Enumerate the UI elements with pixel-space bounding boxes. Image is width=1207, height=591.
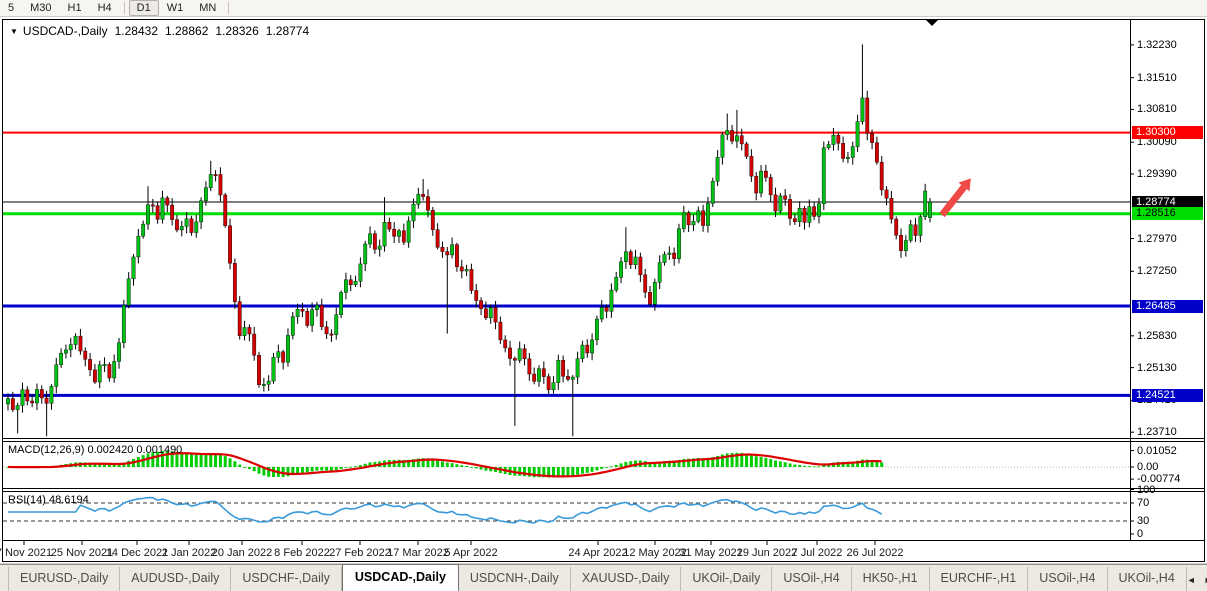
chart-frame bbox=[2, 19, 1205, 562]
date-axis-label: 20 Jan 2022 bbox=[212, 547, 273, 559]
price-axis-tick: 1.29390 bbox=[1137, 168, 1177, 180]
date-axis-label: 31 May 2022 bbox=[679, 547, 743, 559]
timeframe-button-5[interactable]: 5 bbox=[0, 0, 22, 16]
timeframe-button-mn[interactable]: MN bbox=[191, 0, 224, 16]
price-level-badge: 1.26485 bbox=[1132, 300, 1203, 313]
ohlc-high: 1.28862 bbox=[165, 24, 208, 38]
rsi-axis-tick: 70 bbox=[1137, 497, 1149, 509]
date-axis-label: 14 Dec 2021 bbox=[106, 547, 168, 559]
chart-tab-eurchf-h1[interactable]: EURCHF-,H1 bbox=[930, 567, 1029, 591]
rsi-panel-layer bbox=[3, 498, 1130, 523]
toolbar-separator bbox=[124, 2, 125, 14]
timeframe-button-m30[interactable]: M30 bbox=[22, 0, 59, 16]
ohlc-close: 1.28774 bbox=[266, 24, 309, 38]
current-bar-marker-icon bbox=[926, 20, 938, 26]
price-axis-tick: 1.25830 bbox=[1137, 330, 1177, 342]
ohlc-low: 1.28326 bbox=[215, 24, 258, 38]
date-ticks bbox=[24, 541, 875, 545]
tabs-scroll-left-icon[interactable]: ◄ bbox=[1187, 575, 1196, 585]
date-axis-label: 25 Nov 2021 bbox=[51, 547, 113, 559]
timeframe-button-h1[interactable]: H1 bbox=[60, 0, 90, 16]
chart-tab-eurusd-daily[interactable]: EURUSD-,Daily bbox=[8, 567, 120, 591]
price-level-badge: 1.28516 bbox=[1132, 207, 1203, 220]
price-axis-tick: 1.25130 bbox=[1137, 362, 1177, 374]
chart-tab-xauusd-daily[interactable]: XAUUSD-,Daily bbox=[571, 567, 682, 591]
date-axis-label: 2 Jan 2022 bbox=[162, 547, 216, 559]
date-axis-label: 24 Apr 2022 bbox=[568, 547, 627, 559]
macd-indicator-label: MACD(12,26,9) 0.002420 0.001490 bbox=[8, 444, 182, 456]
chart-dropdown-icon[interactable]: ▼ bbox=[10, 27, 18, 36]
chart-canvas[interactable] bbox=[0, 17, 1207, 563]
date-axis-label: 7 Jul 2022 bbox=[792, 547, 843, 559]
annotations-layer bbox=[926, 20, 971, 215]
toolbar-separator bbox=[228, 2, 229, 14]
price-axis-tick: 1.31510 bbox=[1137, 72, 1177, 84]
candlesticks-layer bbox=[6, 44, 931, 436]
chart-tab-usdchf-daily[interactable]: USDCHF-,Daily bbox=[231, 567, 342, 591]
timeframe-toolbar: 5M30H1H4 D1W1MN bbox=[0, 0, 1207, 17]
date-axis-label: 19 Jun 2022 bbox=[737, 547, 798, 559]
price-axis-tick: 1.27250 bbox=[1137, 265, 1177, 277]
timeframe-button-d1[interactable]: D1 bbox=[129, 0, 159, 16]
chart-tab-bar: EURUSD-,DailyAUDUSD-,DailyUSDCHF-,DailyU… bbox=[0, 564, 1207, 591]
date-axis-label: 17 Mar 2022 bbox=[387, 547, 449, 559]
date-axis-label: 26 Jul 2022 bbox=[847, 547, 904, 559]
price-level-badge: 1.24521 bbox=[1132, 389, 1203, 402]
macd-axis-tick: 0.00 bbox=[1137, 461, 1158, 473]
price-axis-tick: 1.23710 bbox=[1137, 426, 1177, 438]
rsi-axis-tick: 100 bbox=[1137, 484, 1155, 496]
price-axis-tick: 1.32230 bbox=[1137, 39, 1177, 51]
price-level-badge: 1.30300 bbox=[1132, 126, 1203, 139]
chart-symbol-title: USDCAD-,Daily bbox=[23, 24, 108, 38]
price-axis-tick: 1.30810 bbox=[1137, 103, 1177, 115]
macd-axis-tick: 0.01052 bbox=[1137, 445, 1177, 457]
rsi-indicator-label: RSI(14) 48.6194 bbox=[8, 494, 89, 506]
horizontal-lines-layer bbox=[3, 133, 1130, 396]
chart-tab-usoil-h4[interactable]: USOil-,H4 bbox=[1028, 567, 1107, 591]
chart-tab-ukoil-h4[interactable]: UKOil-,H4 bbox=[1108, 567, 1187, 591]
date-axis-label: 12 May 2022 bbox=[623, 547, 687, 559]
timeframe-button-h4[interactable]: H4 bbox=[90, 0, 120, 16]
chart-tab-ukoil-daily[interactable]: UKOil-,Daily bbox=[681, 567, 772, 591]
price-axis-tick: 1.27970 bbox=[1137, 233, 1177, 245]
date-axis-label: 7 Nov 2021 bbox=[0, 547, 52, 559]
ohlc-open: 1.28432 bbox=[115, 24, 158, 38]
chart-tab-audusd-daily[interactable]: AUDUSD-,Daily bbox=[120, 567, 231, 591]
chart-tab-usoil-h4[interactable]: USOil-,H4 bbox=[772, 567, 851, 591]
rsi-axis-tick: 30 bbox=[1137, 515, 1149, 527]
chart-tab-usdcad-daily[interactable]: USDCAD-,Daily bbox=[342, 564, 459, 591]
chart-tab-usdcnh-daily[interactable]: USDCNH-,Daily bbox=[459, 567, 571, 591]
rsi-axis-tick: 0 bbox=[1137, 528, 1143, 540]
date-axis-label: 27 Feb 2022 bbox=[329, 547, 391, 559]
chart-title-row: ▼ USDCAD-,Daily 1.28432 1.28862 1.28326 1.287… bbox=[10, 24, 309, 38]
chart-tab-hk50-h1[interactable]: HK50-,H1 bbox=[852, 567, 930, 591]
date-axis-label: 8 Feb 2022 bbox=[274, 547, 330, 559]
timeframe-button-w1[interactable]: W1 bbox=[159, 0, 192, 16]
chart-window: ▼ USDCAD-,Daily 1.28432 1.28862 1.28326 1.287… bbox=[0, 17, 1207, 563]
mt4-application: { "toolbar": { "timeframes_left": ["5", … bbox=[0, 0, 1207, 590]
date-axis-label: 5 Apr 2022 bbox=[444, 547, 497, 559]
